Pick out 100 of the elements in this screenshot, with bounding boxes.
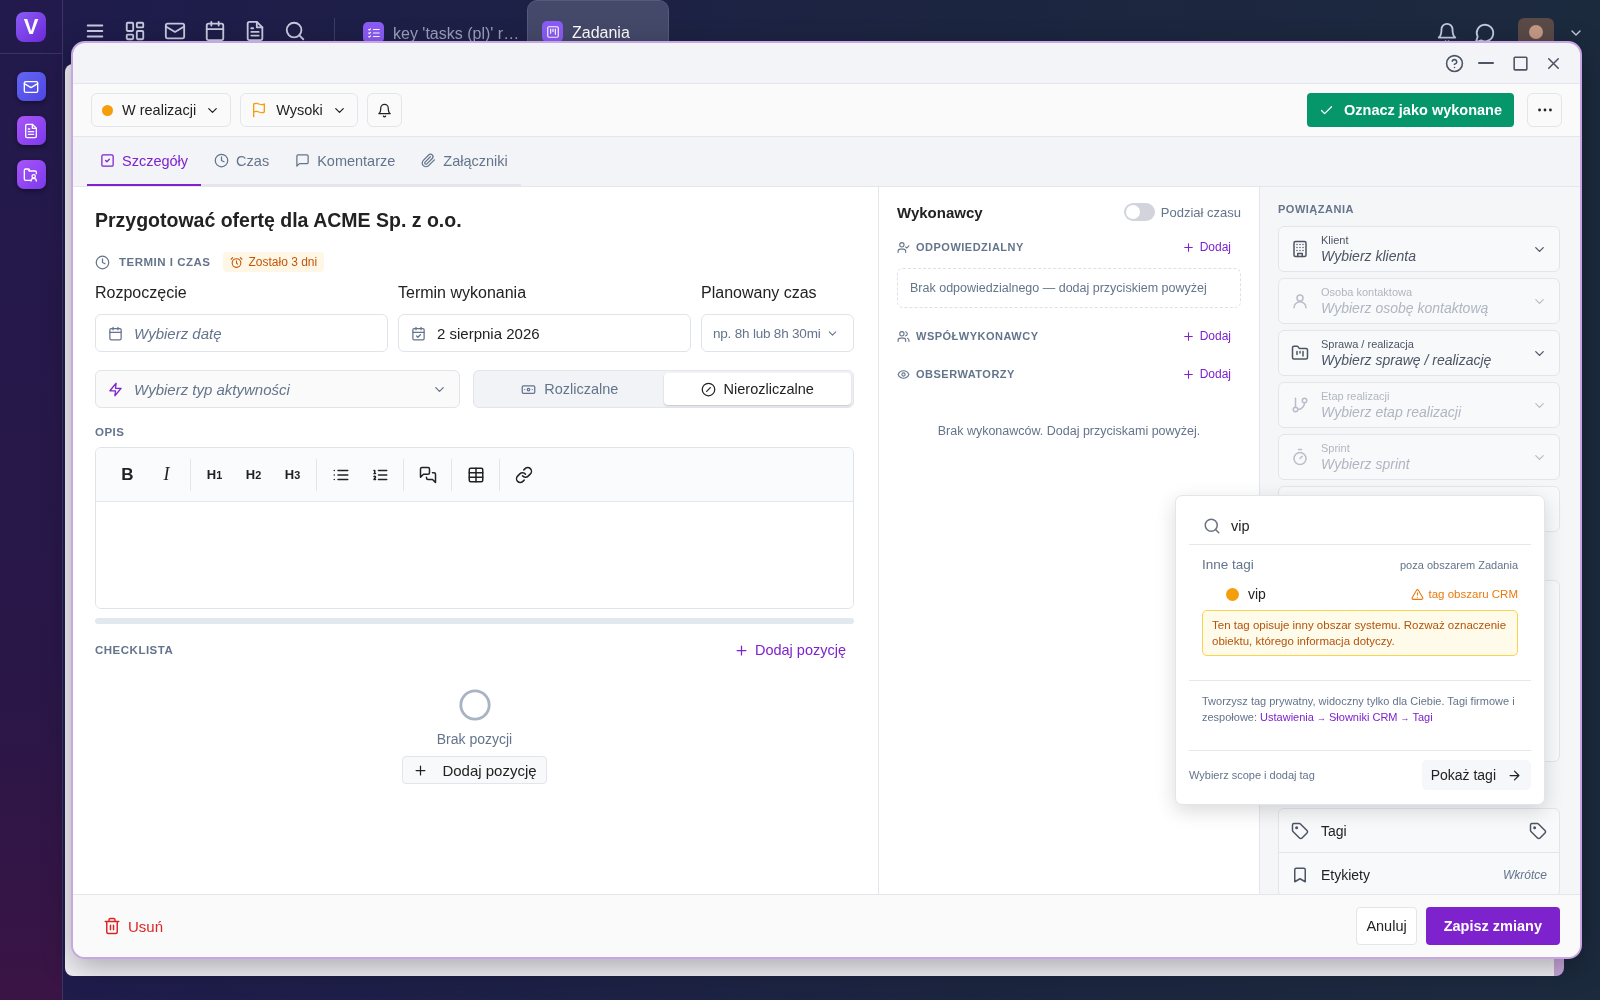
tag-option[interactable]: vip [1248, 586, 1266, 602]
show-tags-button[interactable]: Pokaż tagi [1421, 760, 1531, 790]
activity-type-select[interactable]: Wybierz typ aktywności [95, 370, 460, 408]
empty-circle-icon [457, 688, 492, 722]
relation-select[interactable]: Sprawa / realizacja Wybierz sprawę / realizację [1278, 330, 1560, 376]
plus-icon [1181, 329, 1195, 343]
paperclip-icon [421, 153, 437, 168]
tag-icon [1291, 821, 1309, 840]
window-tab[interactable]: key 'tasks (pl)' r… [349, 0, 519, 43]
add-item-link[interactable]: Dodaj pozycję [733, 642, 846, 658]
date-field[interactable]: 2 sierpnia 2026 [398, 314, 691, 352]
window-tab[interactable]: Zadania [527, 0, 669, 43]
checklist-icon [366, 25, 381, 40]
section-heading: CHECKLISTA [95, 644, 174, 656]
add-link[interactable]: Dodaj [1181, 367, 1231, 381]
bold-button[interactable]: B [110, 458, 145, 491]
billing-option[interactable]: Nierozliczalne [663, 373, 851, 405]
trash-icon [103, 917, 121, 935]
kanban-icon [545, 24, 560, 39]
status-select[interactable]: W realizacji [91, 93, 232, 127]
field-label: Termin wykonania [398, 284, 528, 302]
hint-text: Wybierz scope i dodaj tag [1189, 769, 1315, 781]
settings-link[interactable]: Słowniki CRM [1329, 711, 1398, 723]
slashed-circle-icon [700, 381, 716, 397]
mail-app-button[interactable] [16, 72, 46, 101]
flag-icon [251, 102, 268, 118]
app-logo[interactable]: V [16, 12, 46, 42]
maximize-button[interactable] [1511, 53, 1531, 73]
reminder-button[interactable] [366, 93, 402, 127]
section-heading: POWIĄZANIA [1278, 203, 1355, 215]
bookmark-icon [1291, 865, 1309, 884]
timer-icon [1291, 448, 1309, 466]
settings-link[interactable]: Tagi [1412, 711, 1433, 723]
field-label: Rozpoczęcie [95, 284, 188, 302]
billing-option[interactable]: Rozliczalne [476, 373, 664, 405]
settings-link[interactable]: Ustawienia [1260, 711, 1314, 723]
scrollbar[interactable] [95, 618, 854, 624]
priority-select[interactable]: Wysoki [240, 93, 358, 127]
folder-icon [1291, 344, 1309, 362]
branch-icon [1291, 396, 1309, 414]
mail-icon [164, 20, 186, 42]
maximize-icon [1511, 53, 1530, 73]
add-item-button[interactable]: Dodaj pozycję [402, 756, 547, 784]
delete-button[interactable]: Usuń [103, 917, 164, 935]
folder-app-button[interactable] [16, 160, 46, 189]
mark-done-button[interactable]: Oznacz jako wykonane [1307, 93, 1514, 127]
group-title: Inne tagi [1202, 557, 1254, 572]
tag-search-field[interactable]: vip [1189, 508, 1531, 545]
arrow-right-icon [1507, 767, 1522, 783]
toggle-label: Podział czasu [1160, 204, 1241, 220]
section-heading: OBSERWATORZY [916, 368, 1015, 380]
plus-icon [1181, 240, 1195, 254]
italic-button[interactable]: I [149, 458, 184, 491]
table-icon [466, 465, 485, 484]
toggle-switch[interactable] [1123, 203, 1155, 221]
user-check-icon [897, 240, 910, 254]
clock-icon [214, 153, 230, 168]
users-icon [897, 329, 910, 343]
calendar-icon [411, 325, 426, 341]
panel-title: Wykonawcy [897, 203, 983, 221]
add-link[interactable]: Dodaj [1181, 240, 1231, 254]
help-button[interactable] [1445, 53, 1465, 73]
tag-warning: tag obszaru CRM [1410, 587, 1518, 601]
grid-icon [124, 20, 146, 42]
relation-select[interactable]: Klient Wybierz klienta [1278, 226, 1560, 272]
alarm-clock-icon [230, 255, 244, 269]
empty-text: Brak wykonawców. Dodaj przyciskami powyżej. [936, 424, 1202, 438]
duration-field[interactable]: np. 8h lub 8h 30mi [701, 314, 854, 352]
warning-message: Ten tag opisuje inny obszar systemu. Rozważ oznaczenie obiektu, którego informacja dotyczy. [1202, 610, 1518, 656]
info-text: Tworzysz tag prywatny, widoczny tylko dla Ciebie. Tagi firmowe i zespołowe: Ustawienia → Słowniki CRM → Tagi [1202, 694, 1516, 725]
documents-app-button[interactable] [16, 116, 46, 145]
bell-icon [376, 102, 392, 118]
due-badge: Zostało 3 dni [223, 252, 325, 272]
group-note: poza obszarem Zadania [1400, 558, 1518, 571]
chat-icon [1474, 22, 1496, 44]
plus-icon [1181, 367, 1195, 381]
comment-icon [418, 465, 437, 484]
save-button[interactable]: Zapisz zmiany [1425, 907, 1560, 945]
document-icon [244, 20, 266, 42]
eye-icon [897, 367, 910, 381]
building-icon [1291, 240, 1309, 258]
folder-user-icon [23, 166, 39, 183]
more-icon [1537, 108, 1552, 112]
plus-icon [413, 762, 429, 778]
search-icon [284, 20, 306, 42]
field-label: Planowany czas [701, 284, 818, 302]
cancel-button[interactable]: Anuluj [1356, 907, 1417, 945]
person-icon [1291, 292, 1309, 310]
check-square-icon [100, 153, 115, 168]
mail-icon [23, 78, 39, 95]
add-link[interactable]: Dodaj [1181, 329, 1231, 343]
section-heading: ODPOWIEDZIALNY [916, 241, 1024, 253]
section-heading: WSPÓŁWYKONAWCY [916, 330, 1039, 342]
calendar-icon [204, 20, 226, 42]
date-field[interactable]: Wybierz datę [95, 314, 388, 352]
empty-text: Brak odpowiedzialnego — dodaj przyciskiem powyżej [910, 281, 1207, 295]
tags-row[interactable]: Tagi [1279, 809, 1559, 852]
task-title: Przygotować ofertę dla ACME Sp. z o.o. [95, 209, 463, 232]
tag-icon [1529, 821, 1547, 840]
empty-text: Brak pozycji [436, 731, 513, 747]
